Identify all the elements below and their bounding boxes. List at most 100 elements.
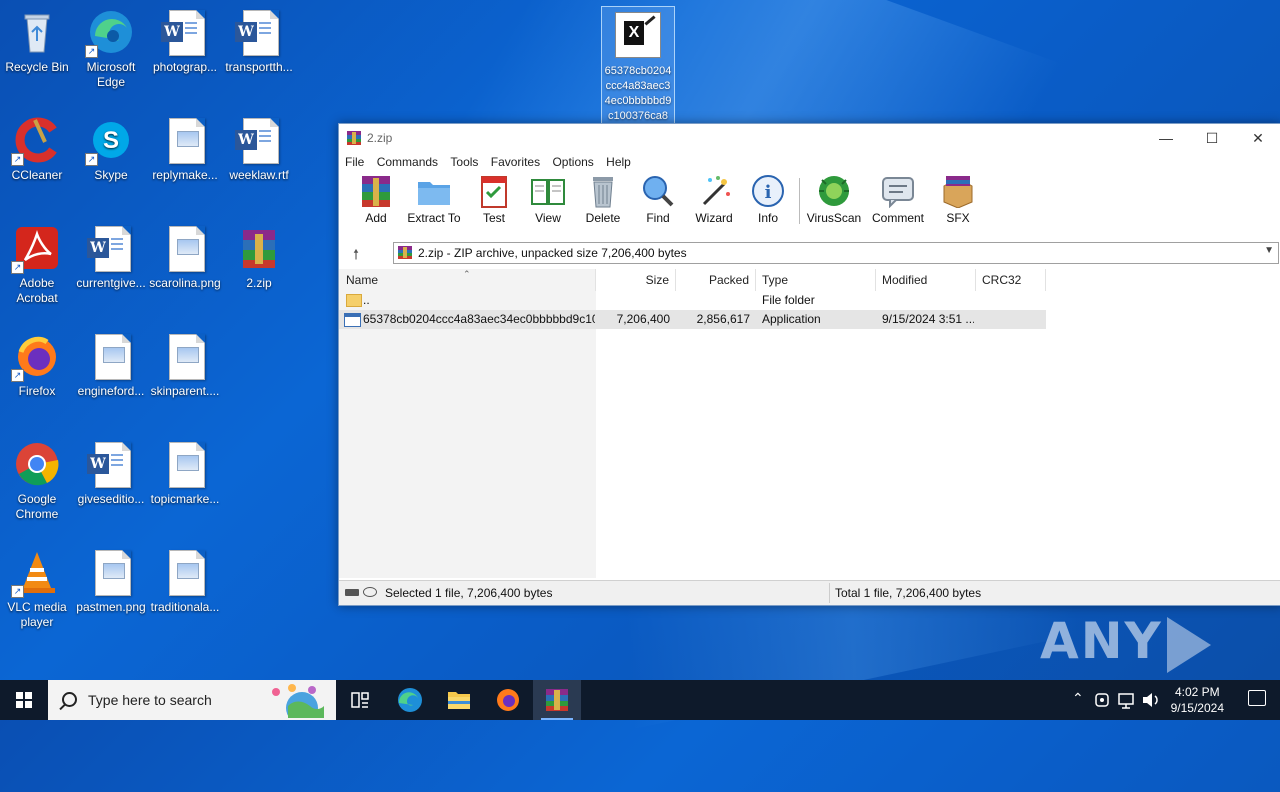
- desktop-icon-image-file[interactable]: pastmen.png: [74, 548, 148, 615]
- shortcut-arrow-icon: ↗: [11, 585, 24, 598]
- desktop-icon-zip-archive[interactable]: 2.zip: [222, 224, 296, 291]
- zip-archive-icon: [398, 246, 412, 259]
- desktop-icon-image-file[interactable]: skinparent....: [148, 332, 222, 399]
- toolbar-view-button[interactable]: View: [519, 172, 577, 225]
- drive-icon[interactable]: [345, 589, 359, 596]
- tray-network-icon[interactable]: [1116, 680, 1138, 720]
- status-bar: Selected 1 file, 7,206,400 bytes Total 1…: [339, 580, 1280, 605]
- toolbar-wizard-button[interactable]: Wizard: [685, 172, 743, 225]
- notification-center-icon[interactable]: [1248, 690, 1266, 706]
- windows-logo-icon: [16, 692, 32, 708]
- desktop-icon-word-doc[interactable]: W weeklaw.rtf: [222, 116, 296, 183]
- taskbar-edge-button[interactable]: [386, 680, 434, 720]
- window-title: 2.zip: [367, 131, 393, 145]
- toolbar-virusscan-button[interactable]: VirusScan: [805, 172, 863, 225]
- taskbar-file-explorer-button[interactable]: [435, 680, 483, 720]
- column-header-type[interactable]: Type: [756, 269, 876, 291]
- tray-meet-icon[interactable]: [1092, 680, 1114, 720]
- magic-wand-icon: [696, 174, 732, 208]
- firefox-icon: ↗: [11, 332, 61, 382]
- desktop-icon-word-doc[interactable]: W transportth...: [222, 8, 296, 75]
- table-row[interactable]: 65378cb0204ccc4a83aec34ec0bbbbbd9c10... …: [339, 310, 1046, 329]
- taskbar-clock[interactable]: 4:02 PM 9/15/2024: [1171, 684, 1224, 716]
- toolbar-info-button[interactable]: i Info: [739, 172, 797, 225]
- network-icon: [1118, 693, 1134, 709]
- search-highlight-illustration-icon: [272, 684, 324, 718]
- desktop-icon-firefox[interactable]: ↗ Firefox: [0, 332, 74, 399]
- desktop-icon-skype[interactable]: S ↗ Skype: [74, 116, 148, 183]
- status-divider: [829, 583, 830, 603]
- column-header-modified[interactable]: Modified: [876, 269, 976, 291]
- desktop-icon-image-file[interactable]: traditionala...: [148, 548, 222, 615]
- image-file-icon: [87, 548, 135, 596]
- table-row[interactable]: .. File folder: [339, 291, 1046, 310]
- row-name: 65378cb0204ccc4a83aec34ec0bbbbbd9c10...: [363, 312, 595, 326]
- toolbar-sfx-button[interactable]: SFX: [929, 172, 987, 225]
- chevron-down-icon[interactable]: ▼: [1264, 245, 1274, 256]
- add-archive-icon: [358, 174, 394, 208]
- start-button[interactable]: [0, 680, 48, 720]
- toolbar-test-button[interactable]: Test: [465, 172, 523, 225]
- menu-help[interactable]: Help: [606, 152, 638, 169]
- desktop-icon-word-doc[interactable]: W giveseditio...: [74, 440, 148, 507]
- taskbar-firefox-button[interactable]: [484, 680, 532, 720]
- toolbar-extract-to-button[interactable]: Extract To: [405, 172, 463, 225]
- trash-can-icon: [585, 174, 621, 208]
- taskbar-winrar-button[interactable]: [533, 680, 581, 720]
- file-list[interactable]: Name ⌃ Size Packed Type Modified CRC32 ..…: [339, 269, 1280, 578]
- toolbar-delete-button[interactable]: Delete: [574, 172, 632, 225]
- menu-file[interactable]: File: [345, 152, 371, 169]
- menu-tools[interactable]: Tools: [450, 152, 485, 169]
- up-one-level-icon[interactable]: 🠕: [353, 244, 359, 268]
- maximize-button[interactable]: ☐: [1189, 124, 1235, 152]
- toolbar: Add Extract To Test View Delete Find Wiz…: [339, 172, 1280, 228]
- column-header-name[interactable]: Name ⌃: [339, 269, 596, 291]
- winrar-window[interactable]: 2.zip — ☐ ✕ File Commands Tools Favorite…: [338, 123, 1280, 606]
- desktop-icon-vlc[interactable]: ↗ VLC media player: [0, 548, 74, 630]
- desktop-icon-selected-executable[interactable]: X 65378cb0204ccc4a83aec34ec0bbbbbd9c1003…: [601, 6, 675, 126]
- column-header-size[interactable]: Size: [596, 269, 676, 291]
- desktop-icon-ccleaner[interactable]: ↗ CCleaner: [0, 116, 74, 183]
- column-header-crc32[interactable]: CRC32: [976, 269, 1046, 291]
- menu-favorites[interactable]: Favorites: [491, 152, 547, 169]
- tray-volume-icon[interactable]: [1140, 680, 1162, 720]
- menu-commands[interactable]: Commands: [377, 152, 445, 169]
- toolbar-find-button[interactable]: Find: [629, 172, 687, 225]
- desktop-icon-image-file[interactable]: topicmarke...: [148, 440, 222, 507]
- image-file-icon: [161, 224, 209, 272]
- toolbar-add-button[interactable]: Add: [347, 172, 405, 225]
- recycle-bin-icon: [13, 8, 61, 56]
- menu-options[interactable]: Options: [552, 152, 600, 169]
- minimize-button[interactable]: —: [1143, 124, 1189, 152]
- desktop-icon-adobe-acrobat[interactable]: ↗ Adobe Acrobat: [0, 224, 74, 306]
- edge-icon: [398, 688, 422, 712]
- desktop-icon-recycle-bin[interactable]: Recycle Bin: [0, 8, 74, 75]
- toolbar-comment-button[interactable]: Comment: [869, 172, 927, 225]
- image-file-icon: [161, 332, 209, 380]
- title-bar[interactable]: 2.zip — ☐ ✕: [339, 124, 1280, 152]
- task-view-button[interactable]: [336, 680, 384, 720]
- row-modified: 9/15/2024 3:51 ...: [882, 312, 974, 326]
- view-book-icon: [530, 174, 566, 208]
- desktop-icon-image-file[interactable]: scarolina.png: [148, 224, 222, 291]
- winrar-archive-icon: [235, 224, 283, 272]
- show-hidden-icons-button[interactable]: ⌃: [1068, 680, 1088, 720]
- desktop-icon-image-file[interactable]: engineford...: [74, 332, 148, 399]
- edge-icon: ↗: [85, 8, 135, 58]
- meet-now-icon: [1095, 693, 1109, 707]
- svg-text:S: S: [103, 127, 119, 154]
- taskbar-search-box[interactable]: Type here to search: [48, 680, 336, 720]
- key-icon[interactable]: [363, 587, 377, 597]
- word-document-icon: W: [87, 224, 135, 272]
- menu-bar: File Commands Tools Favorites Options He…: [339, 152, 1280, 172]
- desktop-icon-word-doc[interactable]: W currentgive...: [74, 224, 148, 291]
- desktop-icon-word-doc[interactable]: W photograp...: [148, 8, 222, 75]
- close-button[interactable]: ✕: [1235, 124, 1280, 152]
- archive-path-field[interactable]: 2.zip - ZIP archive, unpacked size 7,206…: [393, 242, 1279, 264]
- acrobat-icon: ↗: [11, 224, 61, 274]
- column-header-packed[interactable]: Packed: [676, 269, 756, 291]
- desktop-icon-google-chrome[interactable]: Google Chrome: [0, 440, 74, 522]
- desktop-icon-microsoft-edge[interactable]: ↗ Microsoft Edge: [74, 8, 148, 90]
- virus-scan-bug-icon: [816, 174, 852, 208]
- desktop-icon-image-file[interactable]: replymake...: [148, 116, 222, 183]
